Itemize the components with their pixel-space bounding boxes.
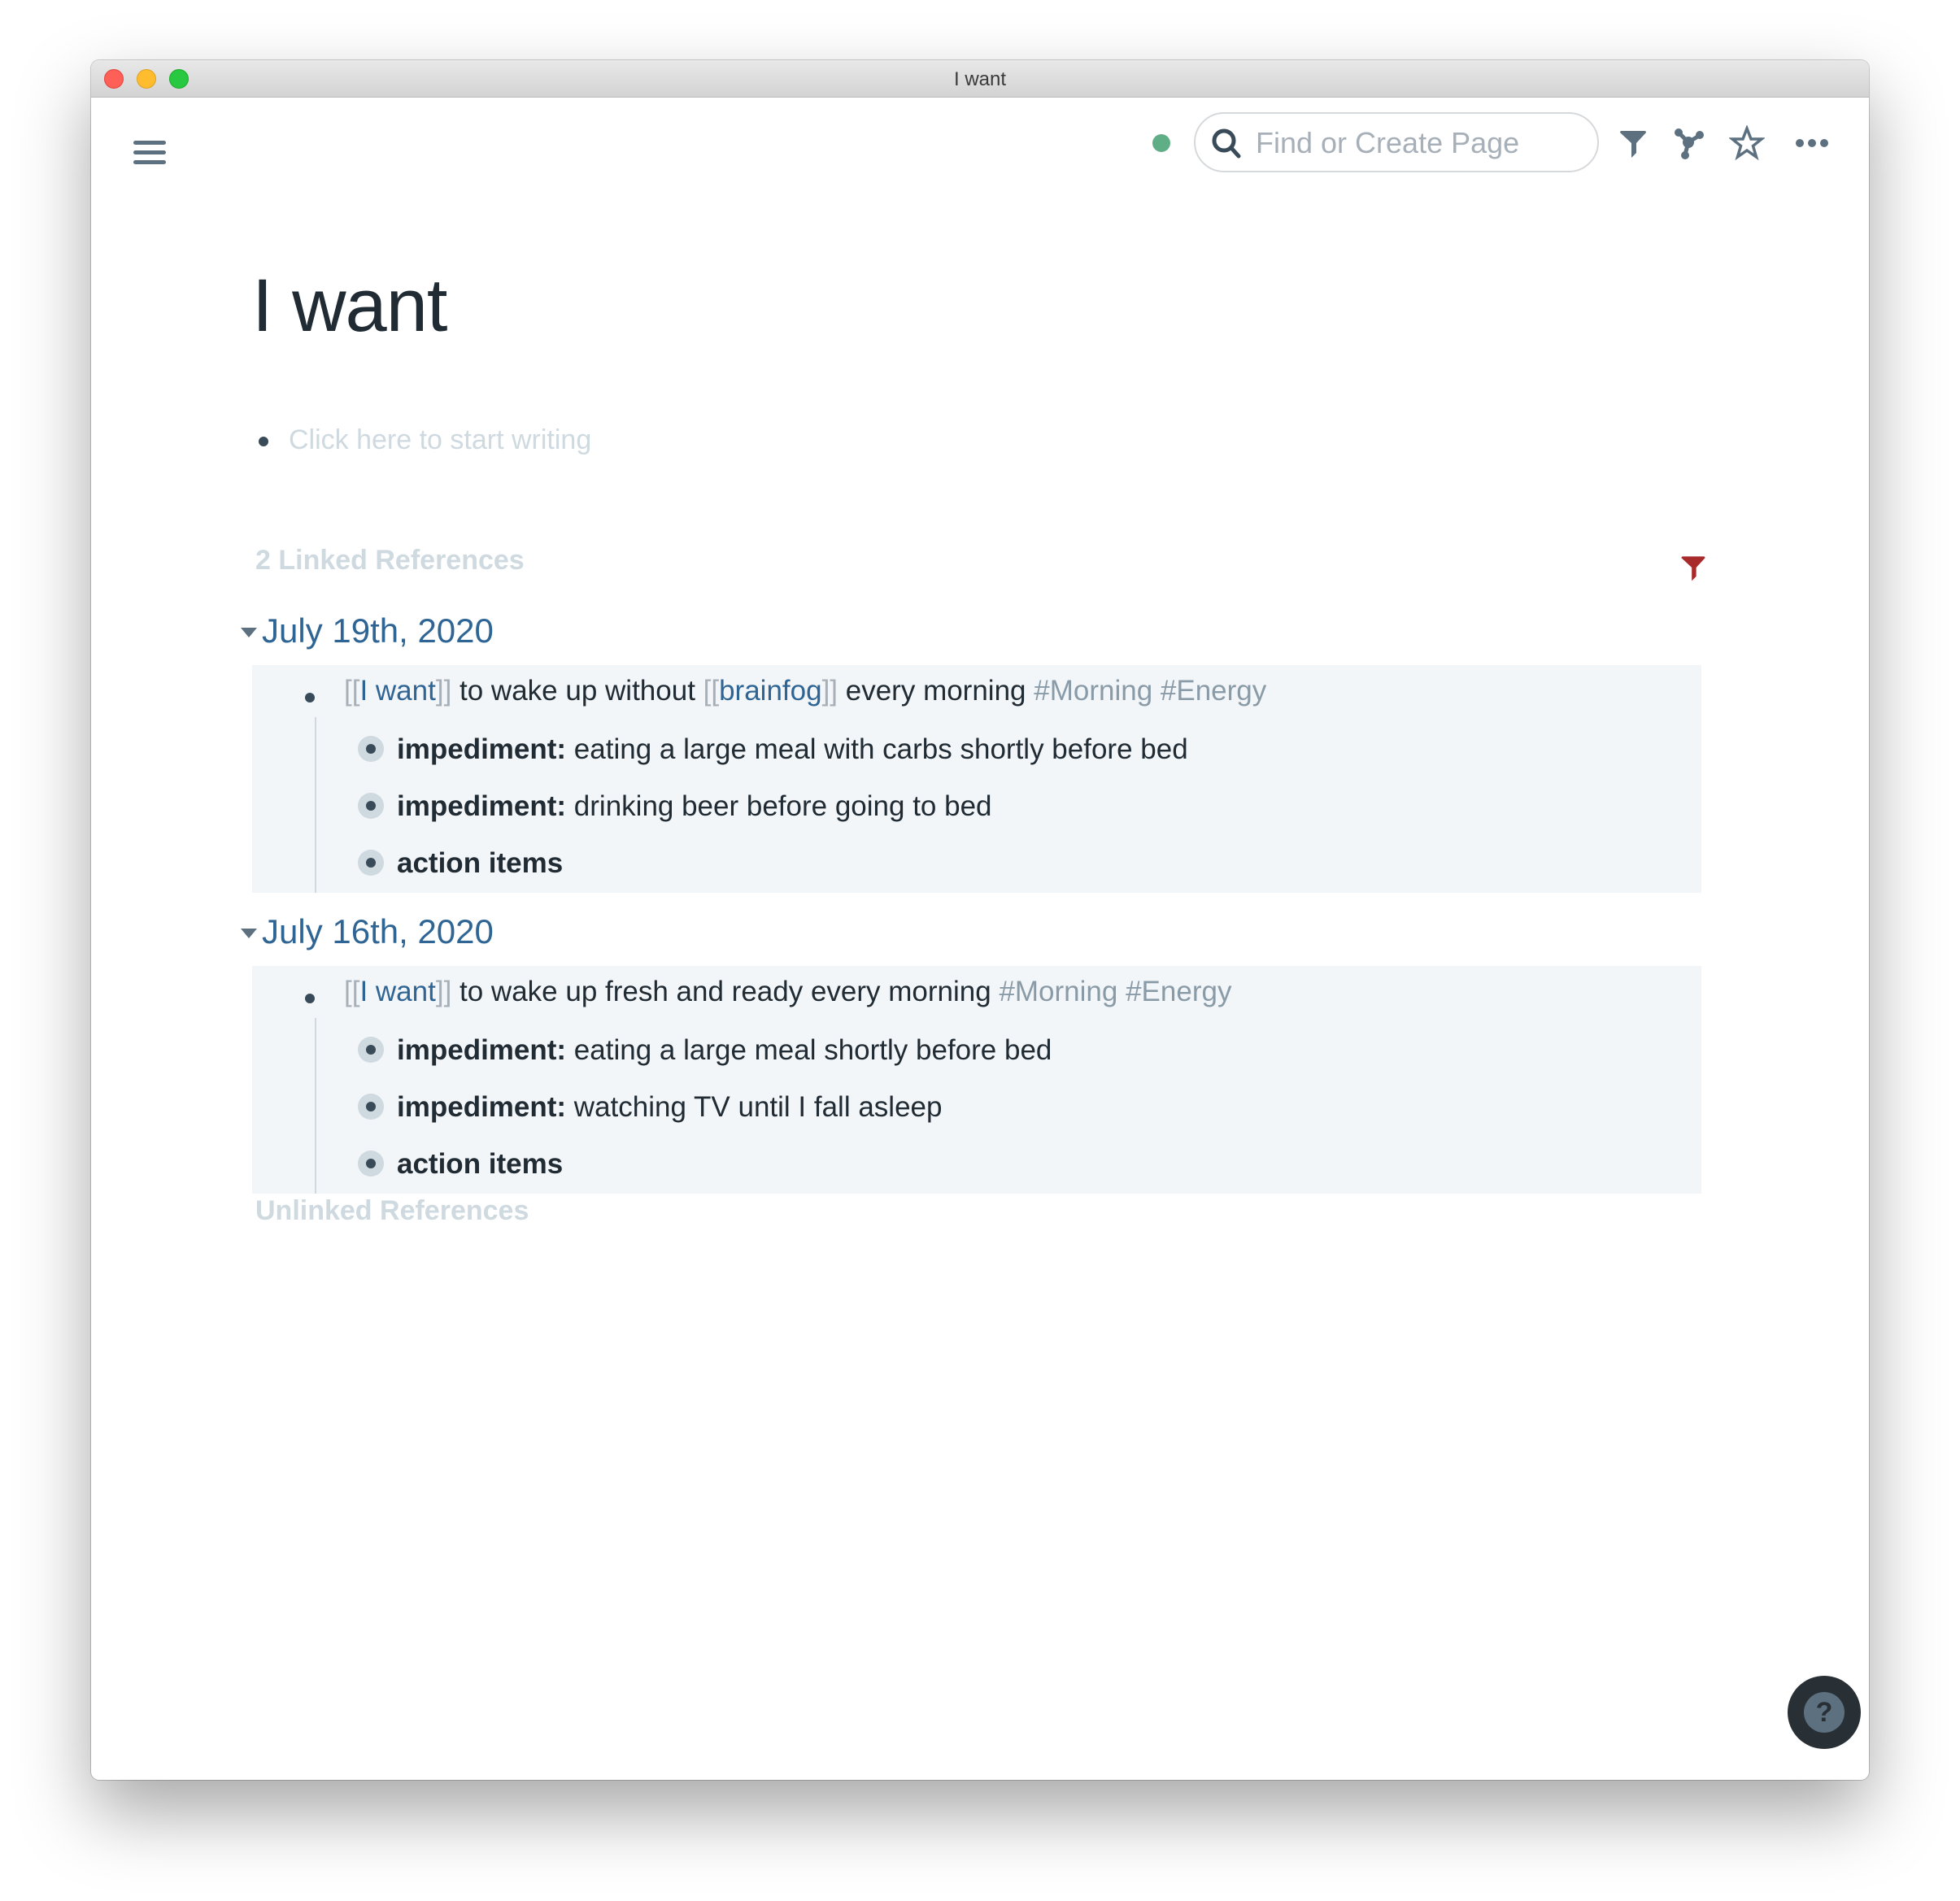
search-box[interactable]: [1194, 112, 1599, 172]
page-ref-link[interactable]: I want: [359, 976, 435, 1007]
tag-link[interactable]: #Morning: [1034, 675, 1152, 707]
attribute-label: impediment:: [397, 733, 567, 765]
linked-references-header: 2 Linked References: [255, 545, 525, 576]
bracket: [[: [344, 675, 360, 707]
search-icon: [1212, 128, 1241, 159]
plain-text: [1152, 675, 1161, 707]
bracket: ]]: [435, 976, 452, 1007]
plain-text: every morning: [838, 675, 1034, 707]
collapse-caret-icon[interactable]: [241, 929, 257, 938]
bullet-icon[interactable]: [305, 693, 315, 703]
block-text[interactable]: [[I want]] to wake up without [[brainfog…: [344, 675, 1266, 707]
page-ref-link[interactable]: I want: [359, 675, 435, 707]
reference-group: July 19th, 2020 [[I want]] to wake up wi…: [229, 603, 1701, 893]
attribute-label: impediment:: [397, 1034, 567, 1066]
sync-status-indicator: [1152, 134, 1170, 152]
attribute-label: impediment:: [397, 790, 567, 822]
collapsed-bullet-icon[interactable]: [358, 1037, 384, 1063]
references-filter-icon[interactable]: [1677, 551, 1710, 584]
collapse-caret-icon[interactable]: [241, 628, 257, 637]
reference-page-link[interactable]: July 16th, 2020: [262, 912, 494, 951]
window-title: I want: [953, 68, 1007, 90]
filter-icon[interactable]: [1615, 125, 1651, 161]
app-window: I want I want Click here to start writin…: [91, 60, 1869, 1780]
help-button[interactable]: ?: [1788, 1676, 1861, 1749]
reference-block-container: [[I want]] to wake up without [[brainfog…: [252, 665, 1701, 893]
plain-text: to wake up without: [451, 675, 703, 707]
reference-page-link[interactable]: July 19th, 2020: [262, 611, 494, 650]
block-heading: action items: [397, 847, 564, 879]
collapsed-bullet-icon[interactable]: [358, 793, 384, 819]
bracket: [[: [344, 976, 360, 1007]
more-icon[interactable]: [1794, 125, 1830, 161]
indent-guide: [315, 1018, 316, 1194]
block-text: watching TV until I fall asleep: [566, 1091, 943, 1123]
search-input[interactable]: [1254, 122, 1583, 164]
tag-link[interactable]: #Energy: [1126, 976, 1231, 1007]
block-text: eating a large meal shortly before bed: [566, 1034, 1052, 1066]
collapsed-bullet-icon[interactable]: [358, 1094, 384, 1120]
bracket: [[: [703, 675, 720, 707]
bracket: ]]: [821, 675, 838, 707]
reference-group: July 16th, 2020 [[I want]] to wake up fr…: [229, 904, 1701, 1194]
unlinked-references-header[interactable]: Unlinked References: [255, 1195, 529, 1227]
bullet-icon[interactable]: [305, 994, 315, 1003]
page-title[interactable]: I want: [252, 263, 447, 349]
star-icon[interactable]: [1729, 125, 1765, 161]
tag-link[interactable]: #Energy: [1161, 675, 1266, 707]
page-ref-link[interactable]: brainfog: [719, 675, 821, 707]
hamburger-menu-icon[interactable]: [132, 138, 168, 167]
title-bar: I want: [91, 60, 1869, 98]
collapsed-bullet-icon[interactable]: [358, 850, 384, 876]
collapsed-bullet-icon[interactable]: [358, 736, 384, 762]
block-text[interactable]: [[I want]] to wake up fresh and ready ev…: [344, 976, 1231, 1008]
reference-block-container: [[I want]] to wake up fresh and ready ev…: [252, 966, 1701, 1194]
bullet-icon[interactable]: [259, 437, 268, 446]
block-text: drinking beer before going to bed: [566, 790, 992, 822]
indent-guide: [315, 717, 316, 893]
block-text: eating a large meal with carbs shortly b…: [566, 733, 1188, 765]
plain-text: to wake up fresh and ready every morning: [451, 976, 1000, 1007]
plain-text: [1117, 976, 1126, 1007]
bracket: ]]: [435, 675, 452, 707]
help-icon: ?: [1804, 1692, 1845, 1733]
collapsed-bullet-icon[interactable]: [358, 1151, 384, 1177]
start-writing-placeholder[interactable]: Click here to start writing: [289, 424, 591, 456]
graph-icon[interactable]: [1671, 125, 1707, 161]
tag-link[interactable]: #Morning: [999, 976, 1117, 1007]
block-heading: action items: [397, 1148, 564, 1180]
attribute-label: impediment:: [397, 1091, 567, 1123]
